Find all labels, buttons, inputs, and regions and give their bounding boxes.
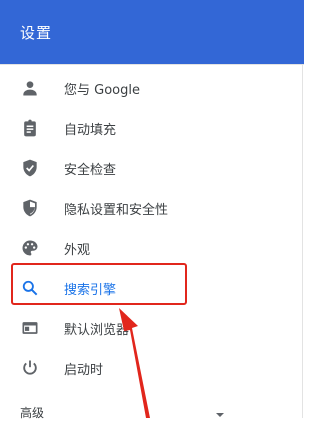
search-icon (20, 278, 40, 298)
settings-header: 设置 (0, 0, 304, 64)
sidebar-item-label: 您与 Google (64, 82, 140, 98)
chevron-down-icon (214, 406, 226, 418)
sidebar-item-label: 搜索引擎 (64, 282, 117, 298)
sidebar-item-privacy[interactable]: 隐私设置和安全性 (0, 188, 302, 228)
sidebar-item-label: 隐私设置和安全性 (64, 202, 169, 218)
person-icon (20, 78, 40, 98)
sidebar-item-appearance[interactable]: 外观 (0, 228, 302, 268)
sidebar-advanced-toggle[interactable]: 高级 (0, 400, 302, 424)
shield-check-icon (20, 158, 40, 178)
sidebar-item-label: 启动时 (64, 362, 104, 378)
sidebar-item-label: 安全检查 (64, 162, 117, 178)
settings-sidebar: 您与 Google 自动填充 安全检查 隐私设置和安全性 外观 搜索引擎 默认浏… (0, 68, 302, 388)
sidebar-item-label: 自动填充 (64, 122, 117, 138)
shield-half-icon (20, 198, 40, 218)
clipboard-icon (20, 118, 40, 138)
sidebar-edge (302, 64, 303, 418)
power-icon (20, 358, 40, 378)
sidebar-item-label: 默认浏览器 (64, 322, 130, 338)
sidebar-item-you-and-google[interactable]: 您与 Google (0, 68, 302, 108)
sidebar-item-on-startup[interactable]: 启动时 (0, 348, 302, 388)
sidebar-item-label: 外观 (64, 242, 91, 258)
sidebar-item-autofill[interactable]: 自动填充 (0, 108, 302, 148)
sidebar-item-search-engine[interactable]: 搜索引擎 (0, 268, 302, 308)
page-title: 设置 (20, 23, 53, 42)
sidebar-item-safety-check[interactable]: 安全检查 (0, 148, 302, 188)
browser-window-icon (20, 318, 40, 338)
sidebar-item-default-browser[interactable]: 默认浏览器 (0, 308, 302, 348)
palette-icon (20, 238, 40, 258)
